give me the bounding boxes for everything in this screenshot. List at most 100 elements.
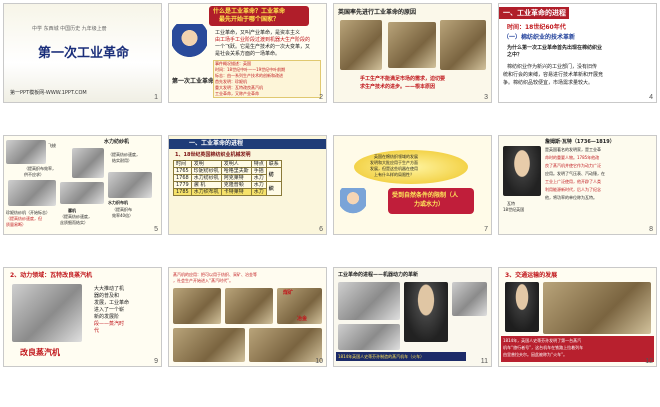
slide-thumbnail-5[interactable]: 飞梭 （提高织布效率， 供不应求） 水力纺纱机 （提高纺纱速度， 结实耐用） 珍… (4, 136, 161, 234)
mule-note-1: （提高纺纱速度， (60, 214, 92, 219)
info-line-1: 事件概况描述：英国 (215, 61, 251, 66)
table-cell: 卡特莱特 (220, 188, 252, 196)
bio-line-6: 利用能源新时代，后人为了纪念 (545, 187, 601, 192)
definition-line-2: 由工场手工业阶段过渡到机器大生产阶段的 (215, 37, 311, 43)
slide-thumbnail-9[interactable]: 2、动力领域：瓦特改良蒸汽机 改良蒸汽机 大大推动了机 器的普及和 发展，工业革… (4, 268, 161, 366)
intro-line-2: ，社会生产开始进入“蒸汽时代”。 (173, 278, 234, 283)
slide-thumbnail-1[interactable]: 中学 东西城 中国历史 九年级上册 第一次工业革命 第一PPT模板网-WWW.1… (4, 4, 161, 102)
power-loom-label: 水力织布机 (108, 200, 128, 205)
power-loom-note-2: 效率40倍） (112, 213, 134, 218)
answer-line-3: 争。棉纺织品较便宜，市场需求量较大。 (503, 80, 594, 86)
power-loom-image (108, 172, 152, 198)
slide-thumbnail-2[interactable]: 什么是工业革命？工业革命 最先开始于哪个国家？ 工业革命，又叫产业革命，是资本主… (169, 4, 326, 102)
table-row: 1785 水力织布机 卡特莱特 水力 (173, 188, 282, 196)
flying-shuttle-note-2: 供不应求） (24, 172, 44, 177)
table-header-row: 时间 发明 发明人 特点 联系 (173, 160, 282, 168)
info-line-2: 时间：18世纪中叶——19世纪中叶前期 (215, 67, 286, 72)
cartoon-figure (340, 188, 366, 222)
water-frame-note-1: （提高纺纱速度， (108, 152, 140, 157)
illustration-left (340, 20, 382, 70)
flying-shuttle-label: 飞梭 (48, 143, 56, 148)
bio-line-2: 命时的重要人物。1785年他改 (545, 155, 600, 160)
effect-line-5: 新的发展阶 (94, 314, 120, 320)
info-line-5: 重大发明：瓦特改良蒸汽机 (215, 85, 263, 90)
info-line-4: 首先发明：珍妮机 (215, 79, 247, 84)
table-cell: 1785 (173, 188, 192, 196)
mining-image (225, 288, 273, 324)
mule-note-2: 丝质细而结实） (60, 220, 88, 225)
subsection-heading: （一）棉纺织业的技术革新 (503, 34, 576, 41)
flying-shuttle-image (6, 140, 46, 164)
slide-number: 2 (319, 94, 323, 101)
table-cell: 1779 (173, 181, 192, 189)
slide-thumbnail-3[interactable]: 英国率先进行工业革命的原因 手工生产不能满足市场的需求，迫切要 求生产技术的进步… (334, 4, 491, 102)
bio-line-4: 应用。发明了气压表、汽动锤，在 (545, 171, 605, 176)
flying-shuttle-note-1: （提高织布效率， (24, 166, 56, 171)
water-frame-image (72, 148, 104, 178)
slide-subtitle: 中学 东西城 中国历史 九年级上册 (32, 26, 107, 32)
caption: 1814年英国人史蒂芬孙制造的蒸汽机车（火车） (338, 354, 425, 359)
table-row: 1768 水力纺纱机 阿克莱特 水力 (173, 174, 282, 182)
slide-title: 英国率先进行工业革命的原因 (338, 9, 417, 16)
slide-footer: 第一PPT模板网-WWW.1PPT.COM (10, 90, 87, 96)
answer-line-2: 统和行会的束缚，容易进行技术革新和开展竞 (503, 72, 604, 78)
water-frame-note-2: 结实耐用） (112, 158, 132, 163)
illustration-middle (388, 22, 436, 68)
bubble-line-4: 上有什么样的局限性？ (374, 172, 414, 177)
table-header-cell: 联系 (265, 160, 282, 168)
definition-line-3: 一个飞跃。它是生产技术的一次大变革，又 (215, 44, 311, 50)
question-line-1: 什么是工业革命？工业革命 (213, 8, 286, 15)
spinning-jenny-image (8, 180, 56, 206)
illustration-right (440, 20, 486, 70)
slide-thumbnail-8[interactable]: 瓦特 18世纪英国 詹姆斯·瓦特（1736—1819） 是英国著名的发明家，是工… (499, 136, 656, 234)
watt-portrait (503, 146, 541, 196)
table-cell: 水力 (250, 188, 267, 196)
slide-thumbnail-7[interactable]: 英国在棉纺织领域的发展 发明和大批应用于生产方面 发展，但是这些机器在使用 上有… (334, 136, 491, 234)
slide-thumbnail-4[interactable]: 一、工业革命的进程 时间：18世纪60年代 （一）棉纺织业的技术革新 为什么第一… (499, 4, 656, 102)
table-cell: 织 (265, 181, 282, 196)
slide-number: 10 (315, 358, 323, 365)
steam-engine-image (12, 284, 82, 342)
locomotive-image-2 (452, 282, 487, 316)
table-cell: 1765 (173, 167, 192, 175)
slide-thumbnail-11[interactable]: 工业革命的进程——机器动力的革新 1814年英国人史蒂芬孙制造的蒸汽机车（火车）… (334, 268, 491, 366)
mule-image (60, 182, 104, 204)
table-header-cell: 发明 (190, 160, 222, 168)
slide-number: 4 (649, 94, 653, 101)
cartoon-figure (172, 24, 207, 64)
info-line-6: 工业革命，又称产业革命 (215, 91, 259, 96)
slide-thumbnail-6[interactable]: 一、工业革命的进程 1、18世纪英国棉纺织业机械发明 时间 发明 发明人 特点 … (169, 136, 326, 234)
caption-line-2: 机车“旅行者号”，这台机车在铁路上拉着列车 (503, 345, 584, 350)
effect-line-4: 进入了一个崭 (94, 307, 125, 313)
slide-number: 6 (319, 226, 323, 233)
caption-line-1: 1814年，英国人史蒂芬孙发明了第一台蒸汽 (503, 338, 582, 343)
time-line: 时间：18世纪60年代 (507, 24, 566, 31)
slide-number: 3 (484, 94, 488, 101)
slide-number: 11 (480, 358, 488, 365)
quote-line-1: 手工生产不能满足市场的需求，迫切要 (360, 76, 446, 82)
quote-line-2: 求生产技术的进步。——根本原因 (360, 84, 436, 90)
slide-title: 工业革命的进程——机器动力的革新 (338, 272, 419, 278)
effect-line-3: 发展，工业革命 (94, 300, 130, 306)
caption-line-3: 由里普拉夫尔。因此被称为“火车”。 (503, 352, 568, 357)
slide-thumbnail-12[interactable]: 3、交通运输的发展 1814年，英国人史蒂芬孙发明了第一台蒸汽 机车“旅行者号”… (499, 268, 656, 366)
table-header-cell: 特点 (250, 160, 267, 168)
answer-line-1: 受到自然条件的限制（人 (392, 192, 459, 199)
effect-line-1: 大大推动了机 (94, 286, 125, 292)
factory-image (173, 328, 245, 362)
definition-line-1: 工业革命，又叫产业革命，是资本主义 (215, 30, 301, 36)
bio-line-3: 良了蒸汽机并使它作为动力广泛 (545, 163, 601, 168)
table-header-cell: 发明人 (220, 160, 252, 168)
table-cell: 手摇 (250, 167, 267, 175)
table-cell: 克隆普顿 (220, 181, 252, 189)
spinning-jenny-label: 珍妮纺纱机（开始标志） (6, 210, 50, 215)
slide-number: 12 (645, 358, 653, 365)
slide-title: 第一次工业革命 (38, 46, 130, 61)
table-cell: 纺 (265, 167, 282, 182)
effect-line-6: 段——蒸汽时 (94, 321, 125, 327)
slide-thumbnail-10[interactable]: 蒸汽机的应用：把可以用于纺织、采矿、冶金等 ，社会生产开始进入“蒸汽时代”。 煤… (169, 268, 326, 366)
water-frame-label: 水力纺纱机 (104, 139, 130, 145)
effect-line-7: 代 (94, 328, 100, 334)
slide-label: 第一次工业革命 (172, 78, 215, 85)
mining-label: 煤矿 (283, 290, 294, 296)
